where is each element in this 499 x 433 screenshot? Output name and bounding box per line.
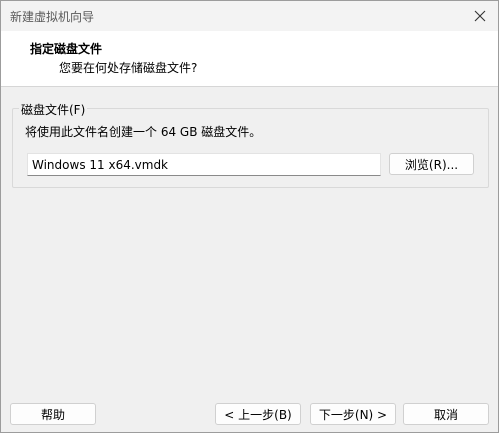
- wizard-footer: 帮助 < 上一步(B) 下一步(N) > 取消: [1, 389, 498, 432]
- page-title: 指定磁盘文件: [30, 42, 103, 56]
- disk-file-legend: 磁盘文件(F): [19, 101, 88, 118]
- disk-file-input[interactable]: [27, 153, 381, 176]
- next-button[interactable]: 下一步(N) >: [310, 403, 396, 425]
- back-button[interactable]: < 上一步(B): [215, 403, 301, 425]
- browse-button[interactable]: 浏览(R)...: [389, 153, 474, 175]
- title-bar: 新建虚拟机向导: [1, 1, 498, 31]
- wizard-window: 新建虚拟机向导 指定磁盘文件 您要在何处存储磁盘文件? 磁盘文件(F) 将使用此…: [0, 0, 499, 433]
- close-icon: [474, 10, 486, 22]
- disk-file-group: 磁盘文件(F) 将使用此文件名创建一个 64 GB 磁盘文件。 浏览(R)...: [12, 101, 489, 188]
- wizard-header: 指定磁盘文件 您要在何处存储磁盘文件?: [1, 31, 498, 87]
- disk-file-description: 将使用此文件名创建一个 64 GB 磁盘文件。: [25, 125, 262, 139]
- help-button[interactable]: 帮助: [10, 403, 96, 425]
- page-subtitle: 您要在何处存储磁盘文件?: [59, 61, 198, 75]
- window-title: 新建虚拟机向导: [10, 10, 95, 24]
- cancel-button[interactable]: 取消: [403, 403, 489, 425]
- close-button[interactable]: [462, 1, 498, 31]
